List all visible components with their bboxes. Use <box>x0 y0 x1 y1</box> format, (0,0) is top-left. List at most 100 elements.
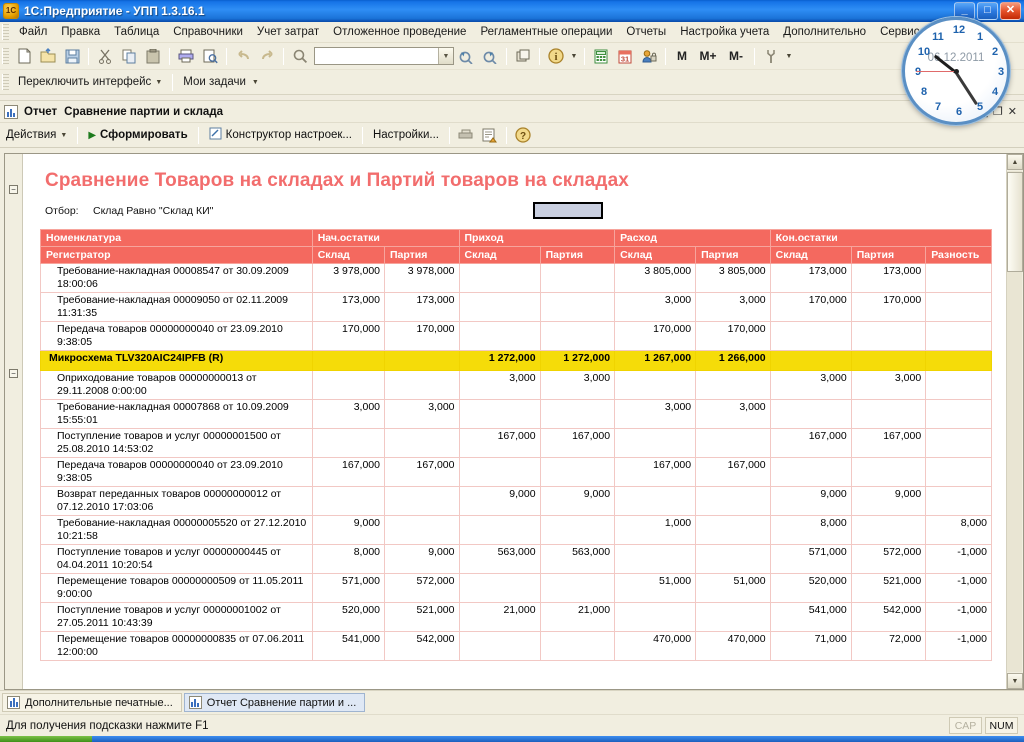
print-icon[interactable] <box>175 46 197 67</box>
scrollbar-thumb[interactable] <box>1007 172 1023 272</box>
generate-button[interactable]: ▶ Сформировать <box>82 127 193 143</box>
cell-close-warehouse: 170,000 <box>769 292 852 322</box>
export-icon[interactable] <box>479 125 501 146</box>
table-group-row[interactable]: Микросхема TLV320AIC24IPFB (R) 1 272,000 1… <box>40 350 992 371</box>
toolbar-gripper[interactable] <box>2 48 9 64</box>
find-icon[interactable] <box>289 46 311 67</box>
vertical-scrollbar[interactable]: ▲ ▼ <box>1006 154 1023 689</box>
cell-in-batch <box>539 399 616 429</box>
calculator-icon[interactable] <box>590 46 612 67</box>
cell-open-batch <box>384 370 460 400</box>
cell-out-batch <box>695 370 771 400</box>
settings-button[interactable]: Настройки... <box>367 127 445 143</box>
cell-out-warehouse: 51,000 <box>614 573 697 603</box>
cell-close-warehouse: 541,000 <box>769 602 852 632</box>
start-button[interactable] <box>0 736 92 742</box>
redo-icon[interactable] <box>256 46 278 67</box>
cell-close-batch: 173,000 <box>850 263 927 293</box>
cell-out-warehouse: 170,000 <box>614 321 697 351</box>
menu-table[interactable]: Таблица <box>107 24 166 40</box>
table-row[interactable]: Требование-накладная 00009050 от 02.11.2… <box>40 292 992 322</box>
windows-cascade-icon[interactable] <box>512 46 534 67</box>
table-row[interactable]: Поступление товаров и услуг 00000001002 … <box>40 602 992 632</box>
save-icon[interactable] <box>61 46 83 67</box>
maximize-button[interactable]: □ <box>977 1 998 20</box>
secondary-toolbar-gripper[interactable] <box>2 74 9 90</box>
registrar-cell: Поступление товаров и услуг 00000001002 … <box>40 602 313 632</box>
clock-center-hub <box>953 68 959 74</box>
table-row[interactable]: Требование-накладная 00007868 от 10.09.2… <box>40 399 992 429</box>
cell-open-warehouse: 170,000 <box>311 321 386 351</box>
info-icon[interactable]: i <box>545 46 567 67</box>
help-icon[interactable]: ? <box>512 125 534 146</box>
taskbar-button-report[interactable]: Отчет Сравнение партии и ... <box>183 693 366 712</box>
cut-icon[interactable] <box>94 46 116 67</box>
switch-interface-button[interactable]: Переключить интерфейс ▼ <box>12 74 168 90</box>
scroll-down-button[interactable]: ▼ <box>1007 673 1023 689</box>
settings-dropdown-caret-icon[interactable]: ▼ <box>784 46 794 67</box>
memory-m-minus-icon[interactable]: M- <box>723 46 749 67</box>
undo-icon[interactable] <box>232 46 254 67</box>
table-row[interactable]: Возврат переданных товаров 00000000012 о… <box>40 486 992 516</box>
header-row-sub: Регистратор Склад Партия Склад Партия Ск… <box>40 246 992 264</box>
report-table: Номенклатура Нач.остатки Приход Расход К… <box>40 229 993 661</box>
cell-close-warehouse: 571,000 <box>769 544 852 574</box>
table-row[interactable]: Перемещение товаров 00000000835 от 07.06… <box>40 631 992 661</box>
table-row[interactable]: Требование-накладная 00008547 от 30.09.2… <box>40 263 992 293</box>
table-row[interactable]: Оприходование товаров 00000000013 от 29.… <box>40 370 992 400</box>
table-row[interactable]: Передача товаров 00000000040 от 23.09.20… <box>40 457 992 487</box>
paste-icon[interactable] <box>142 46 164 67</box>
refresh-forward-icon[interactable] <box>455 46 477 67</box>
my-tasks-button[interactable]: Мои задачи <box>177 74 252 90</box>
cell-in-batch: 167,000 <box>539 428 616 458</box>
taskbar-button-additional-print[interactable]: Дополнительные печатные... <box>2 693 182 712</box>
table-row[interactable]: Поступление товаров и услуг 00000000445 … <box>40 544 992 574</box>
open-folder-icon[interactable] <box>37 46 59 67</box>
print-gray-icon[interactable] <box>455 125 477 146</box>
cell-open-warehouse: 520,000 <box>311 602 386 632</box>
settings-constructor-button[interactable]: Конструктор настроек... <box>203 125 358 145</box>
group-collapse-toggle-2[interactable]: − <box>9 369 18 378</box>
menu-edit[interactable]: Правка <box>54 24 107 40</box>
table-row[interactable]: Перемещение товаров 00000000509 от 11.05… <box>40 573 992 603</box>
menu-accounting-setup[interactable]: Настройка учета <box>673 24 776 40</box>
menu-additional[interactable]: Дополнительно <box>776 24 873 40</box>
menu-file[interactable]: Файл <box>12 24 54 40</box>
actions-button[interactable]: Действия ▼ <box>0 127 73 143</box>
my-tasks-caret[interactable]: ▼ <box>252 77 265 88</box>
menu-deferred-posting[interactable]: Отложенное проведение <box>326 24 473 40</box>
toolbar-separator-6 <box>539 47 540 65</box>
cell-open-warehouse: 3 978,000 <box>311 263 386 293</box>
menu-regulated-operations[interactable]: Регламентные операции <box>473 24 619 40</box>
toolbar-separator-3 <box>226 47 227 65</box>
report-content: Сравнение Товаров на складах и Партий то… <box>23 154 1023 689</box>
report-toolbar-separator-3 <box>361 126 363 144</box>
menu-references[interactable]: Справочники <box>166 24 250 40</box>
calendar-icon[interactable]: 31 <box>614 46 636 67</box>
registrar-cell: Требование-накладная 00009050 от 02.11.2… <box>40 292 313 322</box>
group-collapse-toggle-1[interactable]: − <box>9 185 18 194</box>
report-close-button[interactable]: ✕ <box>1008 105 1017 118</box>
selected-cell[interactable] <box>533 202 604 219</box>
table-row[interactable]: Поступление товаров и услуг 00000001500 … <box>40 428 992 458</box>
print-preview-icon[interactable] <box>199 46 221 67</box>
settings-wrench-icon[interactable] <box>760 46 782 67</box>
cell-difference <box>925 399 992 429</box>
table-row[interactable]: Требование-накладная 00000005520 от 27.1… <box>40 515 992 545</box>
memory-m-plus-icon[interactable]: M+ <box>695 46 721 67</box>
user-lock-icon[interactable] <box>638 46 660 67</box>
memory-m-icon[interactable]: M <box>671 46 693 67</box>
menubar-gripper[interactable] <box>2 24 9 40</box>
search-input[interactable]: ▼ <box>314 47 454 65</box>
table-row[interactable]: Передача товаров 00000000040 от 23.09.20… <box>40 321 992 351</box>
scroll-up-button[interactable]: ▲ <box>1007 154 1023 170</box>
chevron-down-icon[interactable]: ▼ <box>438 48 453 64</box>
menu-reports[interactable]: Отчеты <box>619 24 673 40</box>
cell-open-batch <box>384 486 460 516</box>
menu-cost-accounting[interactable]: Учет затрат <box>250 24 326 40</box>
copy-icon[interactable] <box>118 46 140 67</box>
info-dropdown-caret-icon[interactable]: ▼ <box>569 46 579 67</box>
close-button[interactable]: ✕ <box>1000 1 1021 20</box>
refresh-back-icon[interactable] <box>479 46 501 67</box>
new-document-icon[interactable] <box>13 46 35 67</box>
